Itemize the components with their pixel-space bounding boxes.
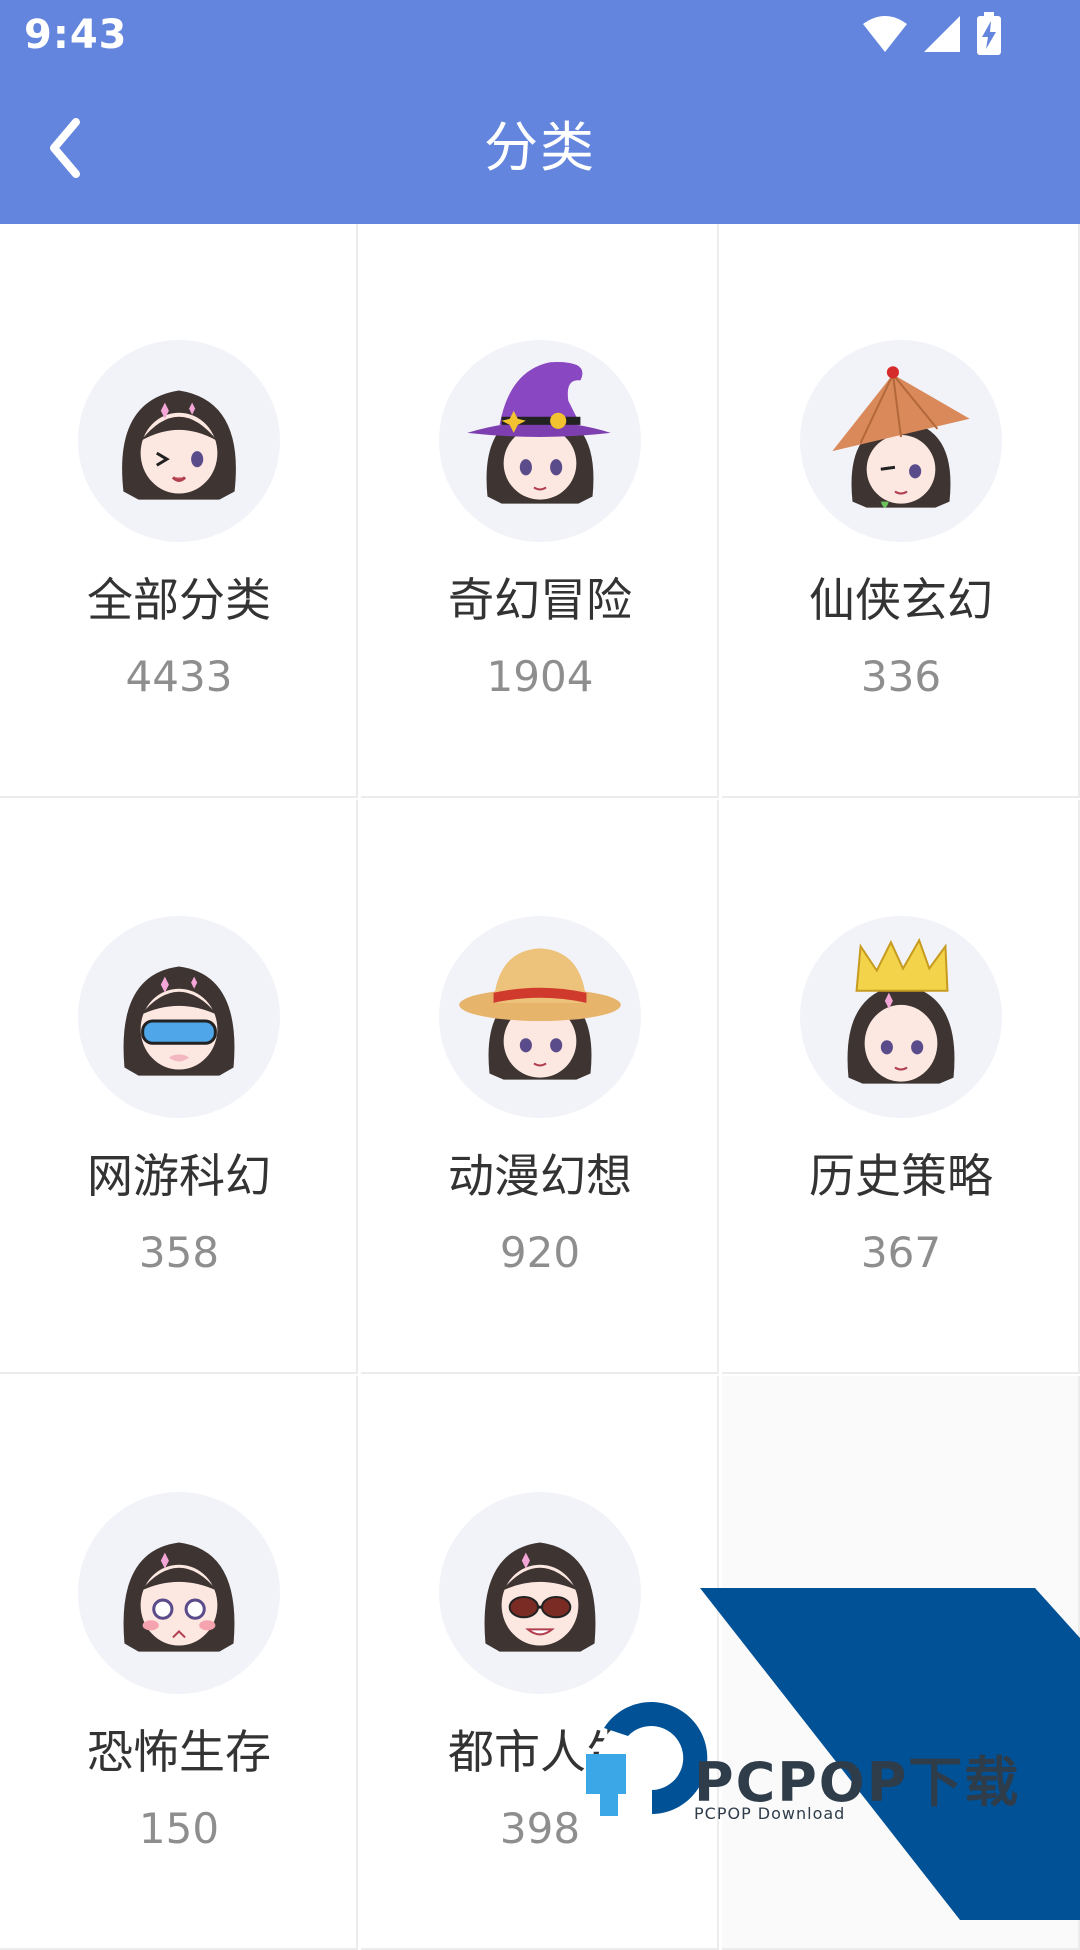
category-count: 920: [499, 1228, 581, 1277]
category-count: 358: [138, 1228, 220, 1277]
category-card-all[interactable]: 全部分类 4433: [0, 224, 358, 798]
girl-crown-icon: [847, 937, 955, 1084]
category-count: 1904: [486, 652, 594, 701]
category-name: 恐怖生存: [87, 1725, 271, 1779]
category-count: 4433: [125, 652, 233, 701]
girl-scared-icon: [123, 1542, 235, 1652]
category-name: 全部分类: [87, 573, 271, 627]
avatar-girl-goggles: [78, 916, 280, 1118]
girl-goggles-icon: [123, 966, 235, 1076]
watermark-sub-text: PCPOP Download: [694, 1804, 846, 1823]
status-icons: [862, 12, 1002, 56]
avatar-girl-winking: [78, 340, 280, 542]
status-bar: 9:43: [0, 0, 1080, 72]
watermark: PCPOP下载 PCPOP Download: [580, 1588, 1080, 1920]
pcpop-logo-icon: [586, 1702, 708, 1816]
category-count: 367: [860, 1228, 942, 1277]
category-count: 150: [138, 1804, 220, 1853]
category-card-history-strategy[interactable]: 历史策略 367: [722, 800, 1080, 1374]
category-card-xianxia[interactable]: 仙侠玄幻 336: [722, 224, 1080, 798]
wifi-icon: [863, 16, 907, 52]
category-name: 动漫幻想: [448, 1149, 632, 1203]
avatar-girl-witch-hat: [439, 340, 641, 542]
avatar-girl-crown: [800, 916, 1002, 1118]
page-title: 分类: [484, 116, 596, 179]
signal-icon: [924, 16, 960, 52]
status-time: 9:43: [24, 12, 128, 58]
girl-conical-hat-icon: [832, 366, 970, 508]
girl-winking-icon: [122, 390, 236, 500]
category-name: 历史策略: [809, 1149, 993, 1203]
avatar-girl-straw-hat: [439, 916, 641, 1118]
app-bar: 分类: [0, 72, 1080, 224]
category-card-anime-fantasy[interactable]: 动漫幻想 920: [361, 800, 719, 1374]
avatar-girl-scared: [78, 1492, 280, 1694]
category-name: 奇幻冒险: [448, 573, 632, 627]
category-count: 336: [860, 652, 942, 701]
category-card-fantasy-adventure[interactable]: 奇幻冒险 1904: [361, 224, 719, 798]
category-name: 仙侠玄幻: [809, 573, 993, 627]
girl-witch-hat-icon: [467, 362, 611, 504]
category-card-online-game-scifi[interactable]: 网游科幻 358: [0, 800, 358, 1374]
category-card-horror-survival[interactable]: 恐怖生存 150: [0, 1376, 358, 1950]
battery-charging-icon: [977, 12, 1001, 55]
category-name: 网游科幻: [87, 1149, 271, 1203]
avatar-girl-conical-hat: [800, 340, 1002, 542]
girl-straw-hat-icon: [459, 948, 621, 1080]
